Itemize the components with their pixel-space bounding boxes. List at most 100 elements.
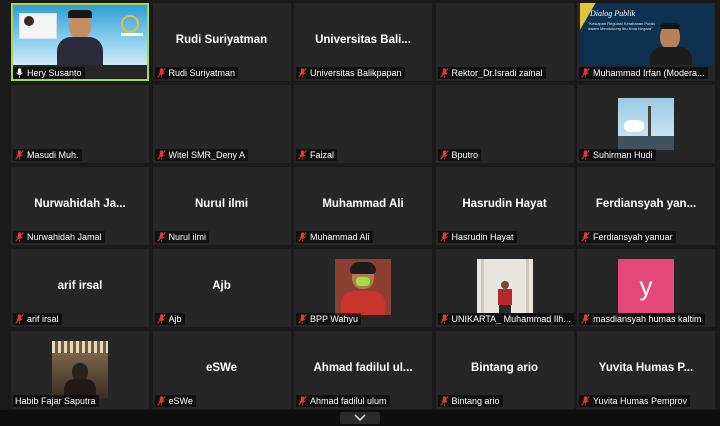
participant-name-tag: UNIKARTA_ Muhammad Ilh... [437,313,574,325]
slide-title: Dialog Publik [590,9,636,18]
participant-tile[interactable]: y masdiansyah humas kaltim [577,249,715,327]
mic-muted-icon [156,68,166,78]
participant-name-tag: eSWe [154,395,196,407]
participant-name-label: Hery Susanto [27,68,82,78]
participant-tile[interactable]: Universitas Bali... Universitas Balikpap… [294,3,432,81]
participant-tile[interactable]: Suhirman Hudi [577,85,715,163]
participant-name-label: Habib Fajar Saputra [15,396,96,406]
mic-muted-icon [156,150,166,160]
participant-display-name: eSWe [205,362,238,375]
mic-muted-icon [298,150,307,160]
participant-name-label: Universitas Balikpapan [310,68,402,78]
bottom-bar [0,410,720,426]
video-feed [476,259,533,313]
participant-name-tag: Hery Susanto [13,67,85,79]
participant-display-name: Universitas Bali... [315,34,411,47]
participant-display-name: Bintang ario [470,362,539,375]
gallery-grid: Hery Susanto Rudi Suriyatman Rudi Suriyat… [0,0,720,410]
participant-tile[interactable]: Rektor_Dr.Isradi zainal [435,3,574,81]
participant-display-name: Muhammad Ali [322,198,404,211]
participant-tile[interactable]: Nurwahidah Ja... Nurwahidah Jamal [11,167,149,245]
participant-name-label: Yuvita Humas Pemprov [593,396,688,406]
participant-display-name: arif irsal [57,280,103,293]
participant-name-tag: Nurul ilmi [154,231,210,243]
participant-display-name: Yuvita Humas P... [598,362,694,375]
mic-muted-icon [439,314,449,324]
mic-muted-icon [581,68,590,78]
video-feed [618,98,674,150]
mic-muted-icon [15,314,24,324]
participant-name-label: Muhammad Irfan (Modera... [593,68,705,78]
participant-tile[interactable]: Hasrudin Hayat Hasrudin Hayat [435,167,574,245]
participant-display-name: Ahmad fadilul ul... [313,362,413,375]
participant-name-label: Bputro [451,150,479,160]
participant-name-tag: Muhammad Ali [296,231,373,243]
mic-muted-icon [439,68,449,78]
participant-name-label: UNIKARTA_ Muhammad Ilh... [451,314,571,324]
avatar: y [618,259,674,313]
participant-tile[interactable]: Habib Fajar Saputra [11,331,149,409]
participant-name-tag: Nurwahidah Jamal [13,231,105,243]
participant-tile[interactable]: Ferdiansyah yan... Ferdiansyah yanuar [577,167,715,245]
mic-muted-icon [581,232,590,242]
participant-name-tag: Faizal [296,149,338,161]
participant-name-label: Masudi Muh. [27,150,79,160]
mic-muted-icon [298,396,307,406]
participant-tile[interactable]: Ajb Ajb [152,249,291,327]
participant-name-tag: Bintang ario [437,395,503,407]
participant-tile[interactable]: eSWe eSWe [152,331,291,409]
participant-name-label: eSWe [168,396,193,406]
participant-tile[interactable]: Faizal [294,85,432,163]
participant-name-label: masdiansyah humas kaltim [593,314,702,324]
participant-tile[interactable]: BPP Wahyu [294,249,432,327]
participant-display-name: Rudi Suriyatman [175,34,268,47]
participant-tile[interactable]: Masudi Muh. [11,85,149,163]
participant-display-name: Ajb [212,280,231,293]
participant-name-label: Bintang ario [451,396,500,406]
participant-tile[interactable]: Bputro [435,85,574,163]
participant-name-label: Ajb [168,314,182,324]
participant-name-tag: Rudi Suriyatman [154,67,239,79]
participant-name-tag: Ferdiansyah yanuar [579,231,676,243]
participant-name-label: Faizal [310,150,335,160]
participant-tile[interactable]: Yuvita Humas P... Yuvita Humas Pemprov [577,331,715,409]
participant-tile[interactable]: arif irsal arif irsal [11,249,149,327]
mic-muted-icon [298,314,307,324]
participant-tile[interactable]: Ahmad fadilul ul... Ahmad fadilul ulum [294,331,432,409]
participant-name-label: Suhirman Hudi [593,150,653,160]
mic-muted-icon [15,232,24,242]
participant-name-tag: Universitas Balikpapan [296,67,405,79]
participant-name-label: Witel SMR_Deny A [168,150,246,160]
participant-name-tag: BPP Wahyu [296,313,362,325]
participant-tile[interactable]: Hery Susanto [11,3,149,81]
participant-tile[interactable]: Nurul ilmi Nurul ilmi [152,167,291,245]
participant-name-tag: Bputro [437,149,482,161]
participant-name-tag: arif irsal [13,313,62,325]
participant-tile[interactable]: Muhammad Ali Muhammad Ali [294,167,432,245]
participant-name-label: Nurul ilmi [168,232,207,242]
mic-muted-icon [156,396,166,406]
mic-muted-icon [298,68,307,78]
participant-name-tag: Hasrudin Hayat [437,231,517,243]
mic-muted-icon [156,232,166,242]
mic-muted-icon [439,232,449,242]
mic-muted-icon [581,314,590,324]
participant-tile[interactable]: Witel SMR_Deny A [152,85,291,163]
show-toolbar-button[interactable] [340,412,380,424]
mic-muted-icon [581,150,590,160]
participant-tile[interactable]: UNIKARTA_ Muhammad Ilh... [435,249,574,327]
chevron-down-icon [354,414,366,422]
participant-tile[interactable]: Dialog Publik "Kesiapan Regulasi Ketahan… [577,3,715,81]
participant-display-name: Ferdiansyah yan... [595,198,697,211]
participant-name-label: arif irsal [27,314,59,324]
video-feed: Dialog Publik "Kesiapan Regulasi Ketahan… [580,3,714,65]
participant-name-label: Ahmad fadilul ulum [310,396,387,406]
participant-name-tag: Habib Fajar Saputra [13,395,99,407]
participant-tile[interactable]: Rudi Suriyatman Rudi Suriyatman [152,3,291,81]
participant-name-label: BPP Wahyu [310,314,359,324]
video-feed [13,5,147,65]
participant-name-label: Nurwahidah Jamal [27,232,102,242]
participant-name-tag: Muhammad Irfan (Modera... [579,67,708,79]
participant-name-label: Muhammad Ali [310,232,370,242]
participant-tile[interactable]: Bintang ario Bintang ario [435,331,574,409]
